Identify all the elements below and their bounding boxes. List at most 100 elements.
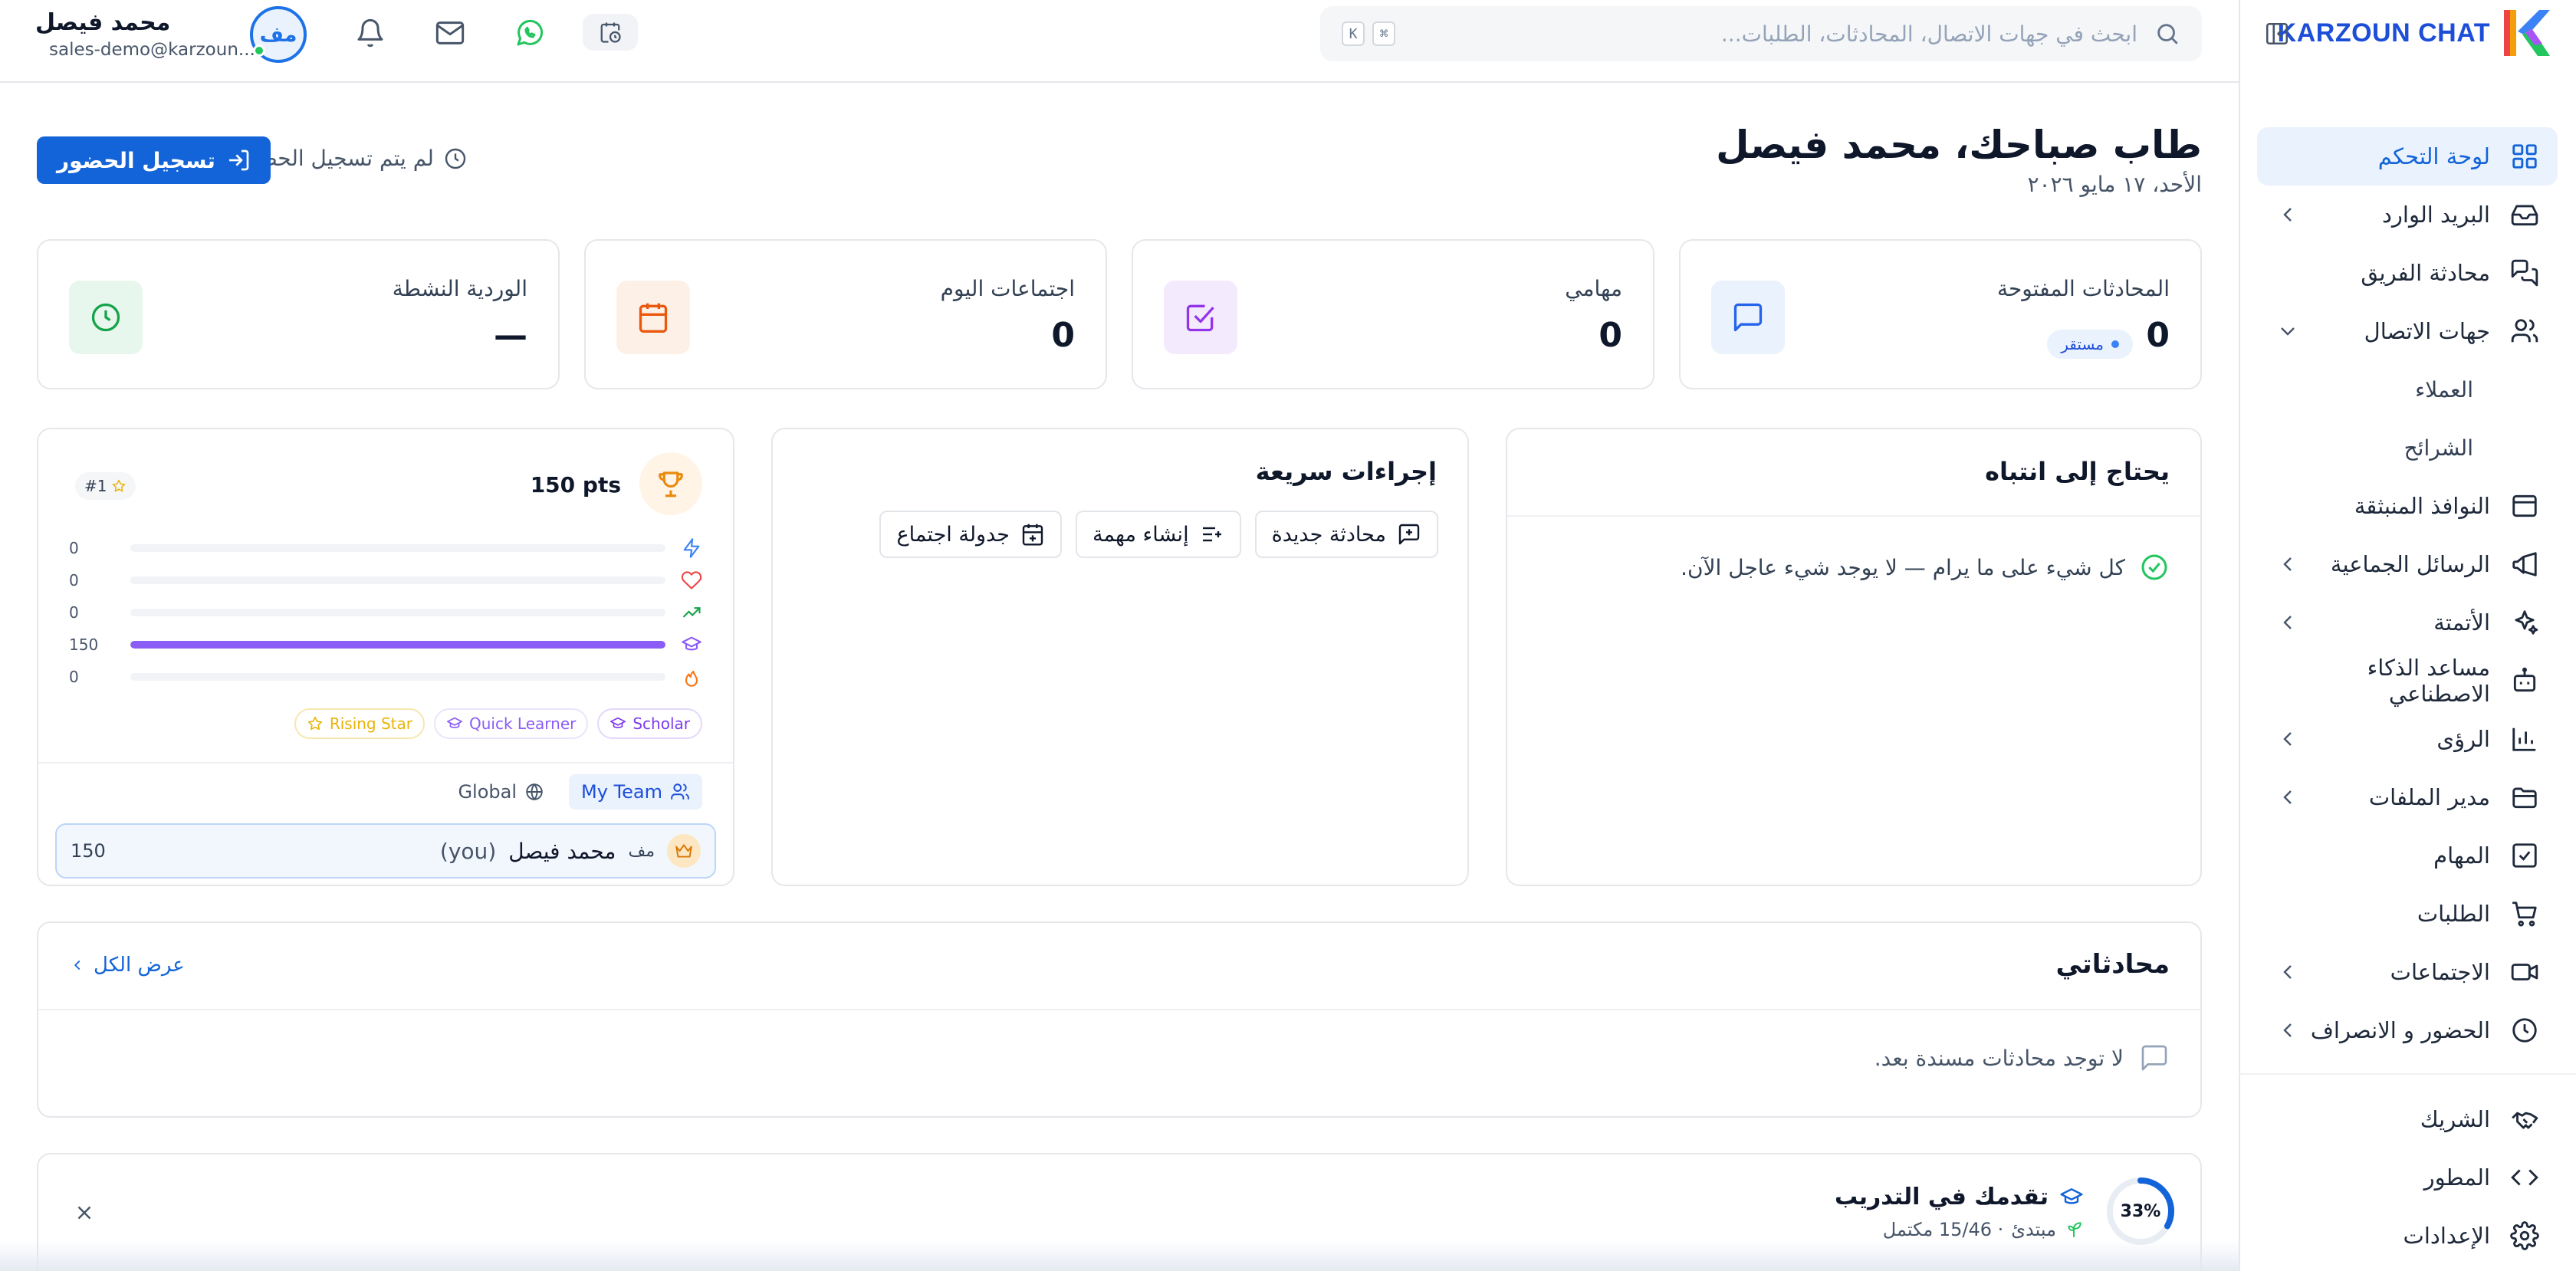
whatsapp-button[interactable] [512,15,547,51]
sidebar-item-ai-assistant[interactable]: مساعد الذكاء الاصطناعي [2257,652,2558,710]
sidebar-item-team-chat[interactable]: محادثة الفريق [2257,244,2558,302]
tab-global[interactable]: Global [445,774,557,810]
chevron-left-icon [2283,732,2292,746]
megaphone-icon [2512,552,2537,576]
tab-my-team[interactable]: My Team [569,774,702,810]
panel-title: يحتاج إلى انتباه [1985,457,2170,486]
search-input[interactable] [1412,21,2137,47]
dismiss-training-button[interactable] [69,1197,100,1228]
mail-button[interactable] [432,15,468,51]
points-value: 0 [69,571,79,590]
sidebar-item-automation[interactable]: الأتمتة [2257,593,2558,652]
sidebar-item-contacts[interactable]: جهات الاتصال [2257,302,2558,360]
stat-value: 0 [1051,316,1075,355]
sidebar-item-dashboard[interactable]: لوحة التحكم [2257,127,2558,186]
sidebar-item-attendance[interactable]: الحضور و الانصراف [2257,1001,2558,1059]
new-chat-button[interactable]: محادثة جديدة [1254,511,1438,558]
gamification-panel: 150 pts #1 0 0 0 150 0 Scholar Quick Lea… [37,428,734,886]
global-search[interactable]: K ⌘ [1320,6,2202,61]
sidebar-item-label: الأتمتة [2433,609,2490,636]
cap-icon [610,717,626,728]
points-value: 0 [69,539,79,557]
create-task-button[interactable]: إنشاء مهمة [1075,511,1241,558]
quick-actions-row: محادثة جديدة إنشاء مهمة جدولة اجتماع [879,511,1438,558]
stat-meetings-today[interactable]: اجتماعات اليوم 0 [584,239,1107,389]
sidebar-item-meetings[interactable]: الاجتماعات [2257,943,2558,1001]
kbd-key: ⌘ [1372,21,1395,46]
message-square-icon [2141,1045,2167,1071]
chart-icon [2512,727,2536,751]
training-title-row: تقدمك في التدريب [1835,1184,2084,1210]
notifications-button[interactable] [353,15,388,51]
sidebar-item-label: جهات الاتصال [2364,318,2490,344]
schedule-meeting-label: جدولة اجتماع [896,522,1010,547]
schedule-meeting-button[interactable]: جدولة اجتماع [879,511,1062,558]
check-circle-icon [2141,554,2167,580]
stat-open-conversations[interactable]: المحادثات المفتوحة 0 مستقر [1679,239,2202,389]
cap-icon [2060,1187,2083,1204]
team-chat-icon [2511,259,2538,287]
kbd-key: K [1342,21,1365,46]
sidebar-item-label: مدير الملفات [2368,784,2490,810]
clock-icon [91,303,120,332]
sidebar-divider [2239,1073,2576,1075]
training-progress-text: · 15/46 مكتمل [1882,1219,2004,1240]
create-task-label: إنشاء مهمة [1092,522,1189,547]
chevron-left-icon [74,960,80,970]
collapse-sidebar-button[interactable] [2262,18,2292,49]
sidebar-item-partner[interactable]: الشريك [2257,1090,2558,1148]
view-all-link[interactable]: عرض الكل [69,954,185,977]
user-avatar[interactable]: مف [250,6,307,63]
handshake-icon [2512,1112,2538,1129]
chevron-left-icon [2283,557,2292,571]
list-plus-icon [1202,527,1221,542]
sidebar-item-developer[interactable]: المطور [2257,1148,2558,1207]
sidebar-item-label: الإعدادات [2403,1223,2490,1249]
sidebar-item-insights[interactable]: الرؤى [2257,710,2558,768]
stat-label: المحادثات المفتوحة [1996,276,2170,301]
close-icon [77,1206,91,1220]
check-in-button[interactable]: تسجيل الحضور [37,136,271,184]
sidebar-item-inbox[interactable]: البريد الوارد [2257,186,2558,244]
progress-percent: 33% [2120,1201,2161,1221]
folder-icon [2512,787,2537,809]
whatsapp-icon [517,19,544,46]
badge-label: Rising Star [329,714,413,733]
sidebar-item-broadcasts[interactable]: الرسائل الجماعية [2257,535,2558,593]
karzoun-logo-icon [2504,10,2550,56]
star-icon [307,716,322,731]
status-dot [2111,340,2119,348]
sprout-icon [2068,1222,2082,1237]
sidebar-item-settings[interactable]: الإعدادات [2257,1207,2558,1265]
topbar-actions: محمد فيصل sales-demo@karzoun... مف [0,0,690,66]
points-row: 0 [69,532,702,564]
points-total: 150 pts [530,472,621,498]
status-badge: مستقر [2047,330,2133,359]
panel-title: إجراءات سريعة [1255,457,1437,486]
sidebar-item-popups[interactable]: النوافذ المنبثقة [2257,477,2558,535]
badge-scholar[interactable]: Scholar [597,708,702,739]
points-track [130,544,665,552]
task-icon [2512,843,2537,868]
badge-rising-star[interactable]: Rising Star [294,708,426,739]
stat-icon-wrap [616,281,690,354]
badge-quick-learner[interactable]: Quick Learner [434,708,589,739]
rank-value: #1 [84,477,107,495]
cart-icon [2512,902,2537,927]
stat-my-tasks[interactable]: مهامي 0 [1132,239,1654,389]
star-icon [113,479,126,492]
stat-value: — [494,316,527,355]
calendar-clock-icon [600,22,621,43]
sidebar-item-tasks[interactable]: المهام [2257,826,2558,885]
leaderboard-row[interactable]: مف محمد فيصل (you) 150 [55,823,716,879]
sidebar-subitem-customers[interactable]: العملاء [2257,360,2558,419]
online-status-dot [253,44,265,57]
sidebar-item-orders[interactable]: الطلبات [2257,885,2558,943]
stat-active-shift[interactable]: الوردية النشطة — [37,239,560,389]
schedule-button[interactable] [583,14,638,51]
inbox-icon [2511,205,2538,226]
sidebar-subitem-segments[interactable]: الشرائح [2257,419,2558,477]
sidebar-item-file-manager[interactable]: مدير الملفات [2257,768,2558,826]
stat-icon-wrap [1164,281,1237,354]
sidebar-item-label: لوحة التحكم [2377,143,2490,169]
